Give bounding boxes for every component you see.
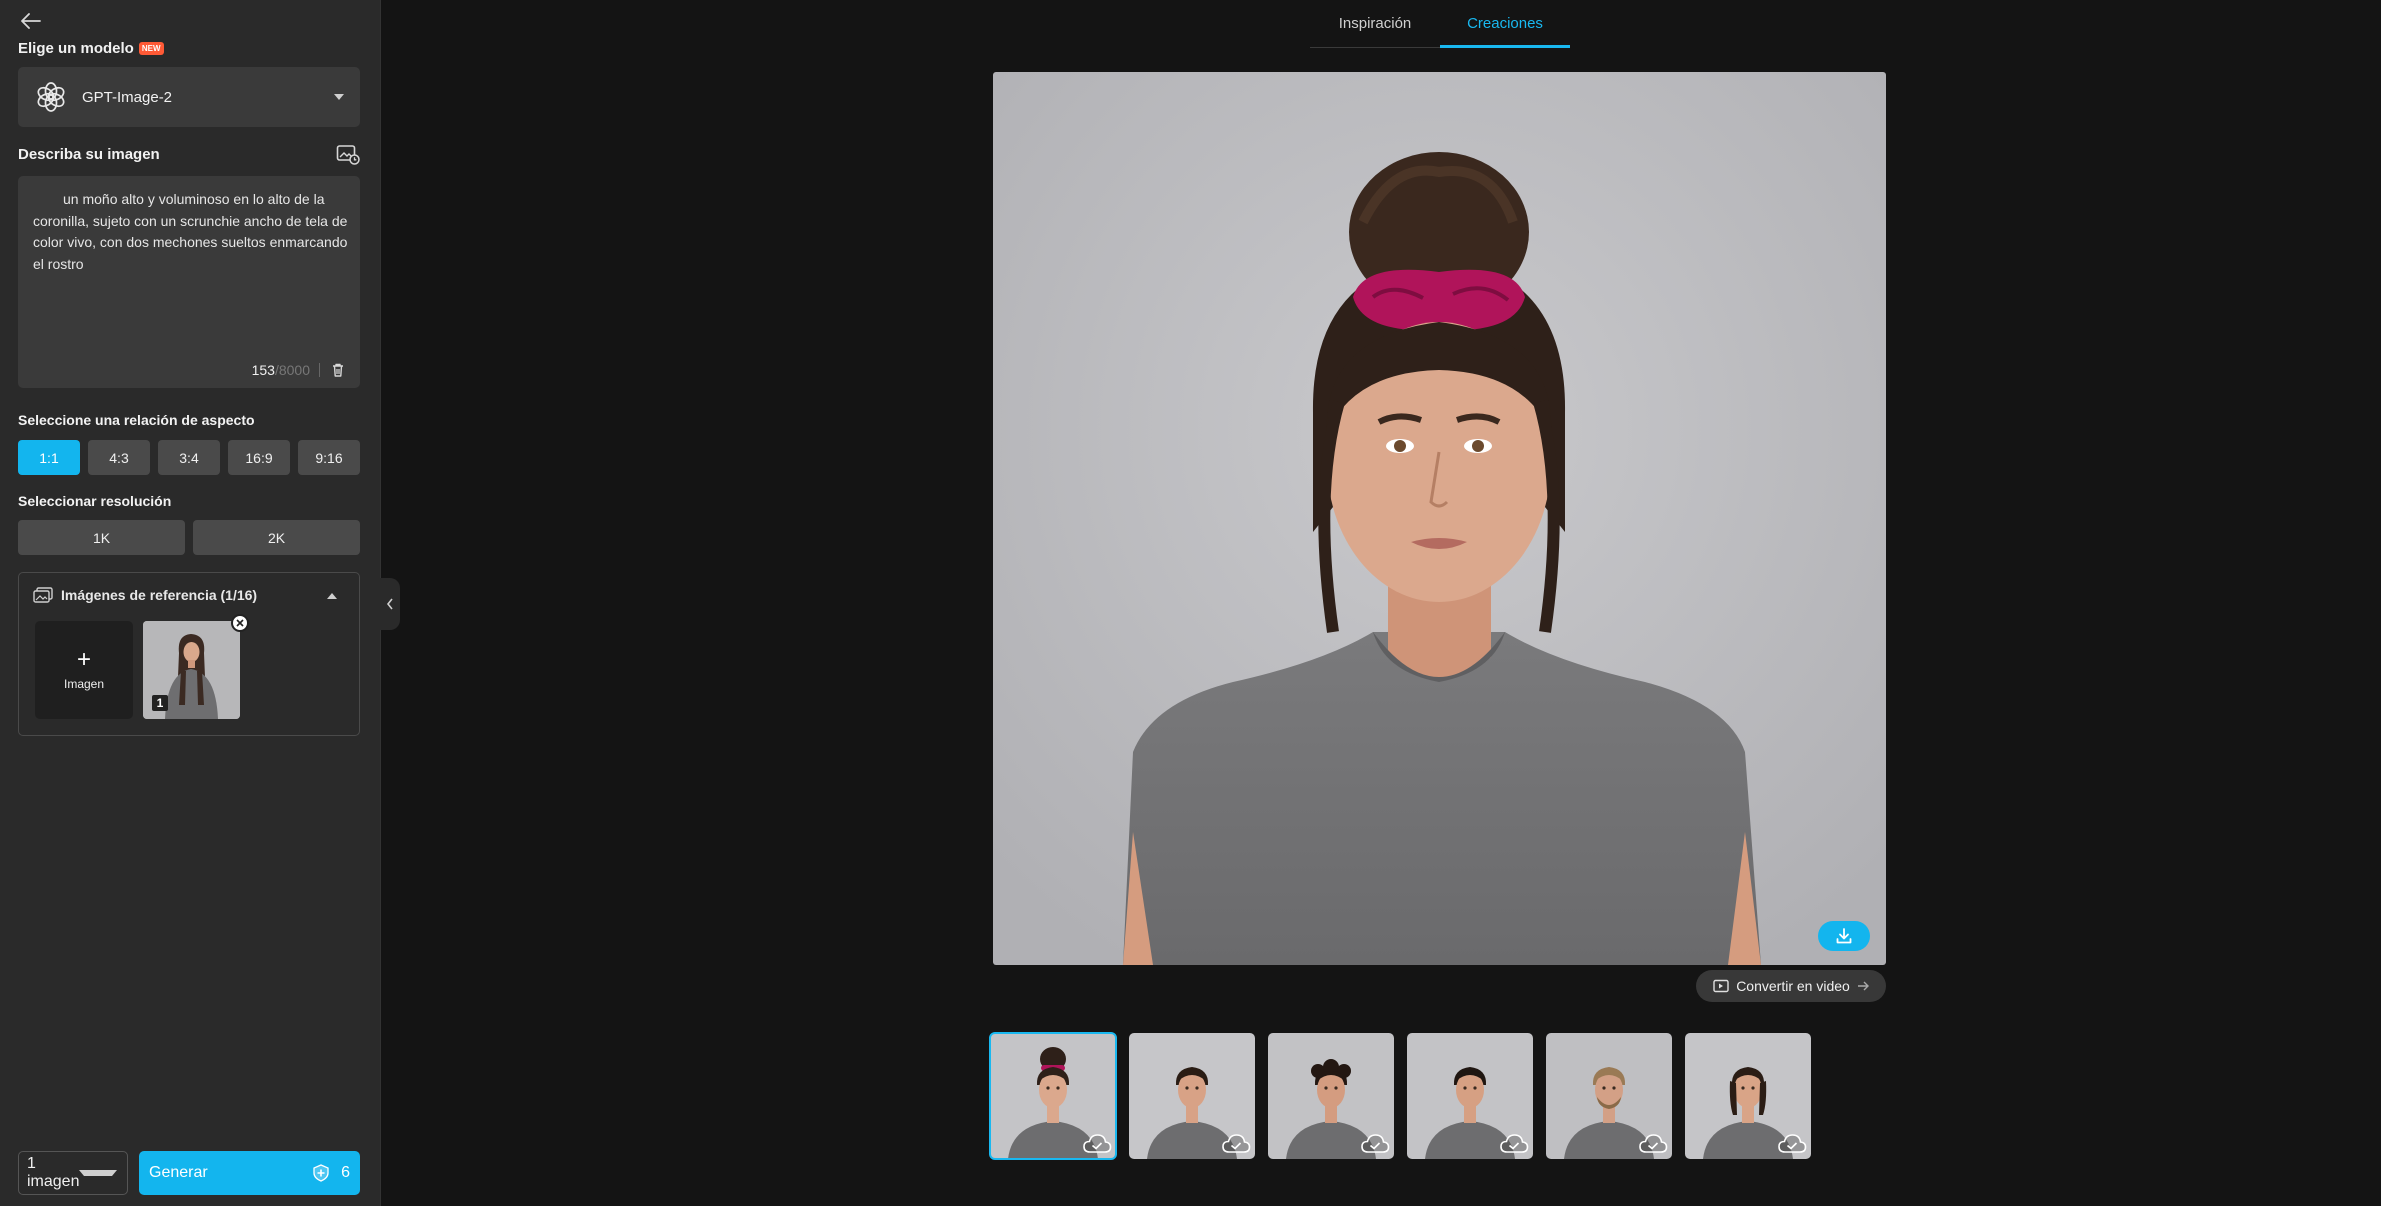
cloud-saved-icon [1083,1134,1112,1153]
collapse-sidebar-button[interactable] [380,578,400,630]
divider [319,363,320,377]
gallery-icon [33,587,53,603]
credit-cost: 6 [341,1164,350,1181]
tab-inspiracion[interactable]: Inspiración [1310,0,1440,47]
prompt-textarea[interactable]: un moño alto y voluminoso en lo alto de … [18,176,360,388]
trash-icon[interactable] [330,362,346,378]
history-thumbnail[interactable] [1268,1033,1394,1159]
ratio-4-3[interactable]: 4:3 [88,440,150,475]
history-thumbnail[interactable] [989,1032,1117,1160]
aspect-ratio-label: Seleccione una relación de aspecto [18,412,255,428]
cloud-saved-icon [1778,1134,1807,1153]
cloud-saved-icon [1222,1134,1251,1153]
history-thumbnail[interactable] [1546,1033,1672,1159]
generated-portrait-woman [993,72,1886,965]
history-thumbnails [989,1032,1811,1160]
reference-index-badge: 1 [152,695,168,711]
cloud-saved-icon [1361,1134,1390,1153]
ratio-3-4[interactable]: 3:4 [158,440,220,475]
remove-reference-close-icon[interactable] [231,614,249,632]
history-thumbnail[interactable] [1407,1033,1533,1159]
reference-images-title: Imágenes de referencia (1/16) [61,587,258,603]
model-dropdown[interactable]: GPT-Image-2 [18,67,360,127]
download-icon [1836,928,1852,944]
resolution-1k[interactable]: 1K [18,520,185,555]
convert-to-video-button[interactable]: Convertir en video [1696,970,1886,1002]
model-label: Elige un modelo NEW [18,40,164,57]
openai-logo-icon [37,82,65,112]
add-image-label: Imagen [63,677,105,691]
main-tabs: Inspiración Creaciones [1310,0,1570,48]
arrow-right-icon [1857,981,1869,991]
cloud-saved-icon [1639,1134,1668,1153]
plus-icon: + [76,646,91,673]
tab-creaciones[interactable]: Creaciones [1440,0,1570,48]
resolution-options: 1K 2K [18,520,360,555]
history-thumbnail[interactable] [1685,1033,1811,1159]
prompt-text[interactable]: un moño alto y voluminoso en lo alto de … [33,189,351,275]
cloud-saved-icon [1500,1134,1529,1153]
sidebar: Elige un modelo NEW GPT-Image-2 Describa … [0,0,381,1206]
back-arrow-icon[interactable] [18,8,44,34]
chevron-left-icon [386,598,393,610]
char-counter: 153/8000 [251,362,310,378]
chevron-down-icon [79,1170,117,1176]
image-count-value: 1 imagen [27,1155,80,1190]
history-thumbnail[interactable] [1129,1033,1255,1159]
model-name: GPT-Image-2 [82,88,173,106]
chevron-down-icon [334,94,344,100]
generated-image-preview[interactable] [993,72,1886,965]
generate-button[interactable]: Generar 6 [139,1151,360,1195]
convert-to-video-label: Convertir en video [1736,978,1850,994]
reference-images-header[interactable]: Imágenes de referencia (1/16) [33,587,257,603]
aspect-ratio-options: 1:1 4:3 3:4 16:9 9:16 [18,440,360,475]
chevron-up-icon[interactable] [327,593,337,599]
resolution-label: Seleccionar resolución [18,493,172,509]
ratio-16-9[interactable]: 16:9 [228,440,290,475]
reference-image-thumbnail[interactable]: 1 [143,621,240,719]
describe-label: Describa su imagen [18,146,160,163]
ratio-9-16[interactable]: 9:16 [298,440,360,475]
generate-label: Generar [149,1164,208,1181]
image-count-dropdown[interactable]: 1 imagen [18,1151,128,1195]
video-icon [1713,979,1729,993]
download-button[interactable] [1818,921,1870,951]
resolution-2k[interactable]: 2K [193,520,360,555]
add-image-button[interactable]: + Imagen [35,621,133,719]
credit-icon [313,1164,329,1182]
image-to-prompt-icon[interactable] [336,144,360,166]
new-badge: NEW [138,42,164,55]
ratio-1-1[interactable]: 1:1 [18,440,80,475]
reference-images-panel: Imágenes de referencia (1/16) + Imagen 1 [18,572,360,736]
